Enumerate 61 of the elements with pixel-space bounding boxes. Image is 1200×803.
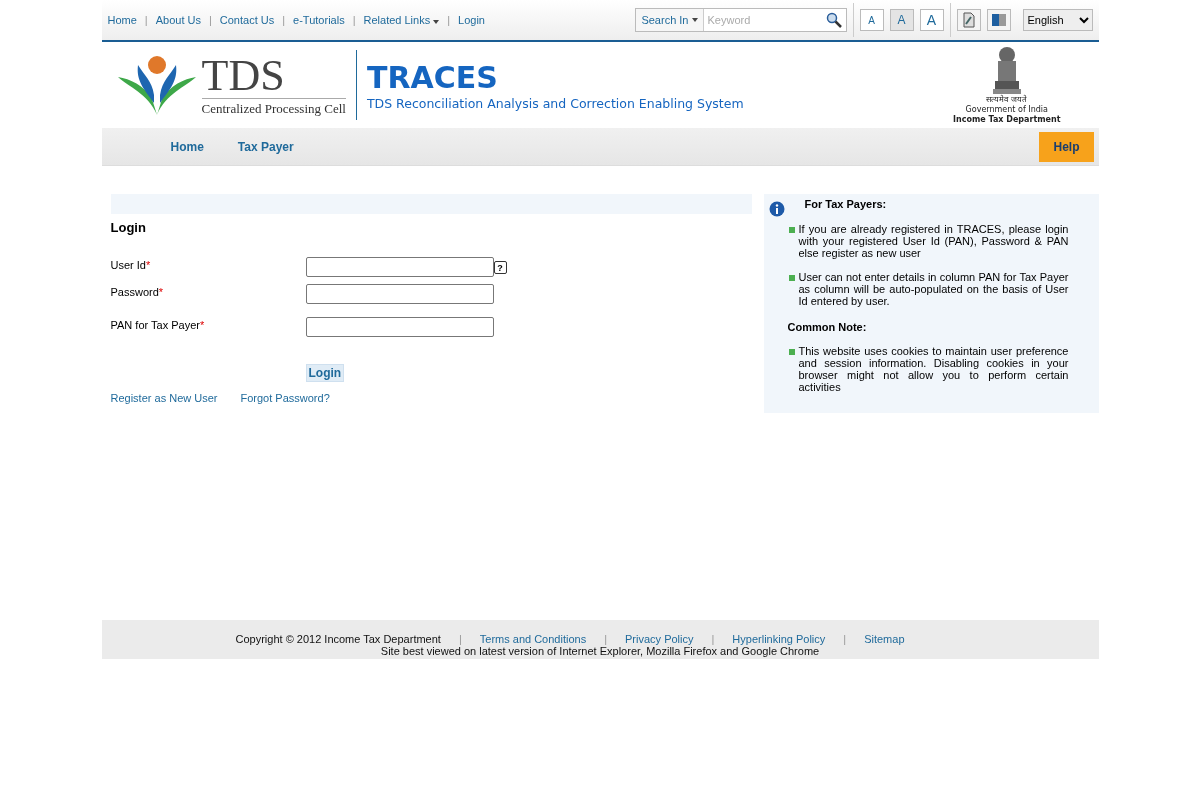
copyright-text: Copyright © 2012 Income Tax Department (235, 633, 441, 645)
login-button[interactable]: Login (305, 364, 345, 382)
link-separator: | (208, 14, 212, 26)
caret-icon (433, 20, 440, 24)
emblem-caption: Government of India (965, 105, 1048, 115)
field-label: Password* (110, 285, 165, 298)
logo-acronym: TDS (201, 53, 346, 99)
main-nav-link[interactable]: Tax Payer (220, 139, 311, 154)
site-title: TRACES (366, 59, 499, 96)
form-link[interactable]: Register as New User (110, 392, 218, 404)
caret-icon (691, 18, 698, 22)
footer-link[interactable]: Terms and Conditions (479, 633, 587, 645)
field-label: PAN for Tax Payer* (110, 318, 206, 331)
note-heading: Common Note: (787, 321, 867, 333)
info-text: If you are already registered in TRACES, please login with your registered User Id (PAN), Password & PAN else register as new user (798, 223, 1069, 259)
site-subtitle: TDS Reconciliation Analysis and Correction Enabling System (366, 95, 744, 111)
link-separator: | (711, 633, 715, 645)
top-nav-link[interactable]: Login (458, 14, 485, 26)
field-label: User Id* (110, 258, 152, 271)
link-separator: | (282, 14, 286, 26)
link-separator: | (604, 633, 607, 645)
form-link[interactable]: Forgot Password? (240, 392, 330, 404)
top-nav-link[interactable]: Contact Us (219, 14, 275, 26)
bullet-icon (788, 227, 795, 233)
info-text: User can not enter details in column PAN for Tax Payer as column will be auto-populated on the basis of User Id entered by user. (798, 271, 1069, 307)
help-button[interactable]: Help (1039, 131, 1094, 162)
font-size-button[interactable]: A (889, 9, 914, 31)
link-separator: | (447, 14, 451, 26)
link-separator: | (144, 14, 148, 26)
info-text: This website uses cookies to maintain user preference and session information. Disabling cookies in your browser might not allow you to perform certain activities (798, 345, 1069, 393)
link-separator: | (458, 633, 462, 645)
search-field[interactable]: Search In Keyword (635, 8, 847, 32)
top-nav-link[interactable]: e-Tutorials (293, 14, 345, 26)
bullet-icon (788, 349, 795, 355)
font-size-button[interactable]: A (859, 9, 884, 31)
top-nav-link[interactable]: About Us (155, 14, 201, 26)
footer-link[interactable]: Sitemap (864, 633, 905, 645)
top-nav-link[interactable]: Related Links (363, 14, 440, 26)
search-icon[interactable] (825, 12, 842, 28)
link-separator: | (352, 14, 356, 26)
input-field[interactable] (305, 317, 494, 337)
font-size-button[interactable]: A (919, 9, 944, 31)
contrast-icon[interactable] (986, 9, 1011, 31)
logo-subtitle: Centralized Processing Cell (201, 100, 346, 117)
emblem-caption: Income Tax Department (953, 115, 1061, 125)
bullet-icon (788, 275, 795, 281)
main-nav-link[interactable]: Home (153, 139, 221, 154)
document-icon[interactable] (956, 9, 981, 31)
input-field[interactable] (305, 257, 494, 277)
form-title: Login (110, 220, 147, 235)
link-separator: | (843, 633, 847, 645)
browser-note: Site best viewed on latest version of Internet Explorer, Mozilla Firefox and Google Chrome (380, 645, 820, 657)
top-nav-link[interactable]: Home (107, 14, 137, 26)
language-select[interactable]: English (1022, 9, 1093, 31)
info-heading: For Tax Payers: (804, 198, 887, 210)
footer-link[interactable]: Hyperlinking Policy (732, 633, 826, 645)
emblem-motto: सत्यमेव जयते (986, 95, 1028, 105)
info-icon (768, 201, 785, 217)
input-field[interactable] (305, 284, 494, 304)
search-scope-dropdown[interactable]: Search In (636, 9, 704, 31)
footer-link[interactable]: Privacy Policy (625, 633, 694, 645)
